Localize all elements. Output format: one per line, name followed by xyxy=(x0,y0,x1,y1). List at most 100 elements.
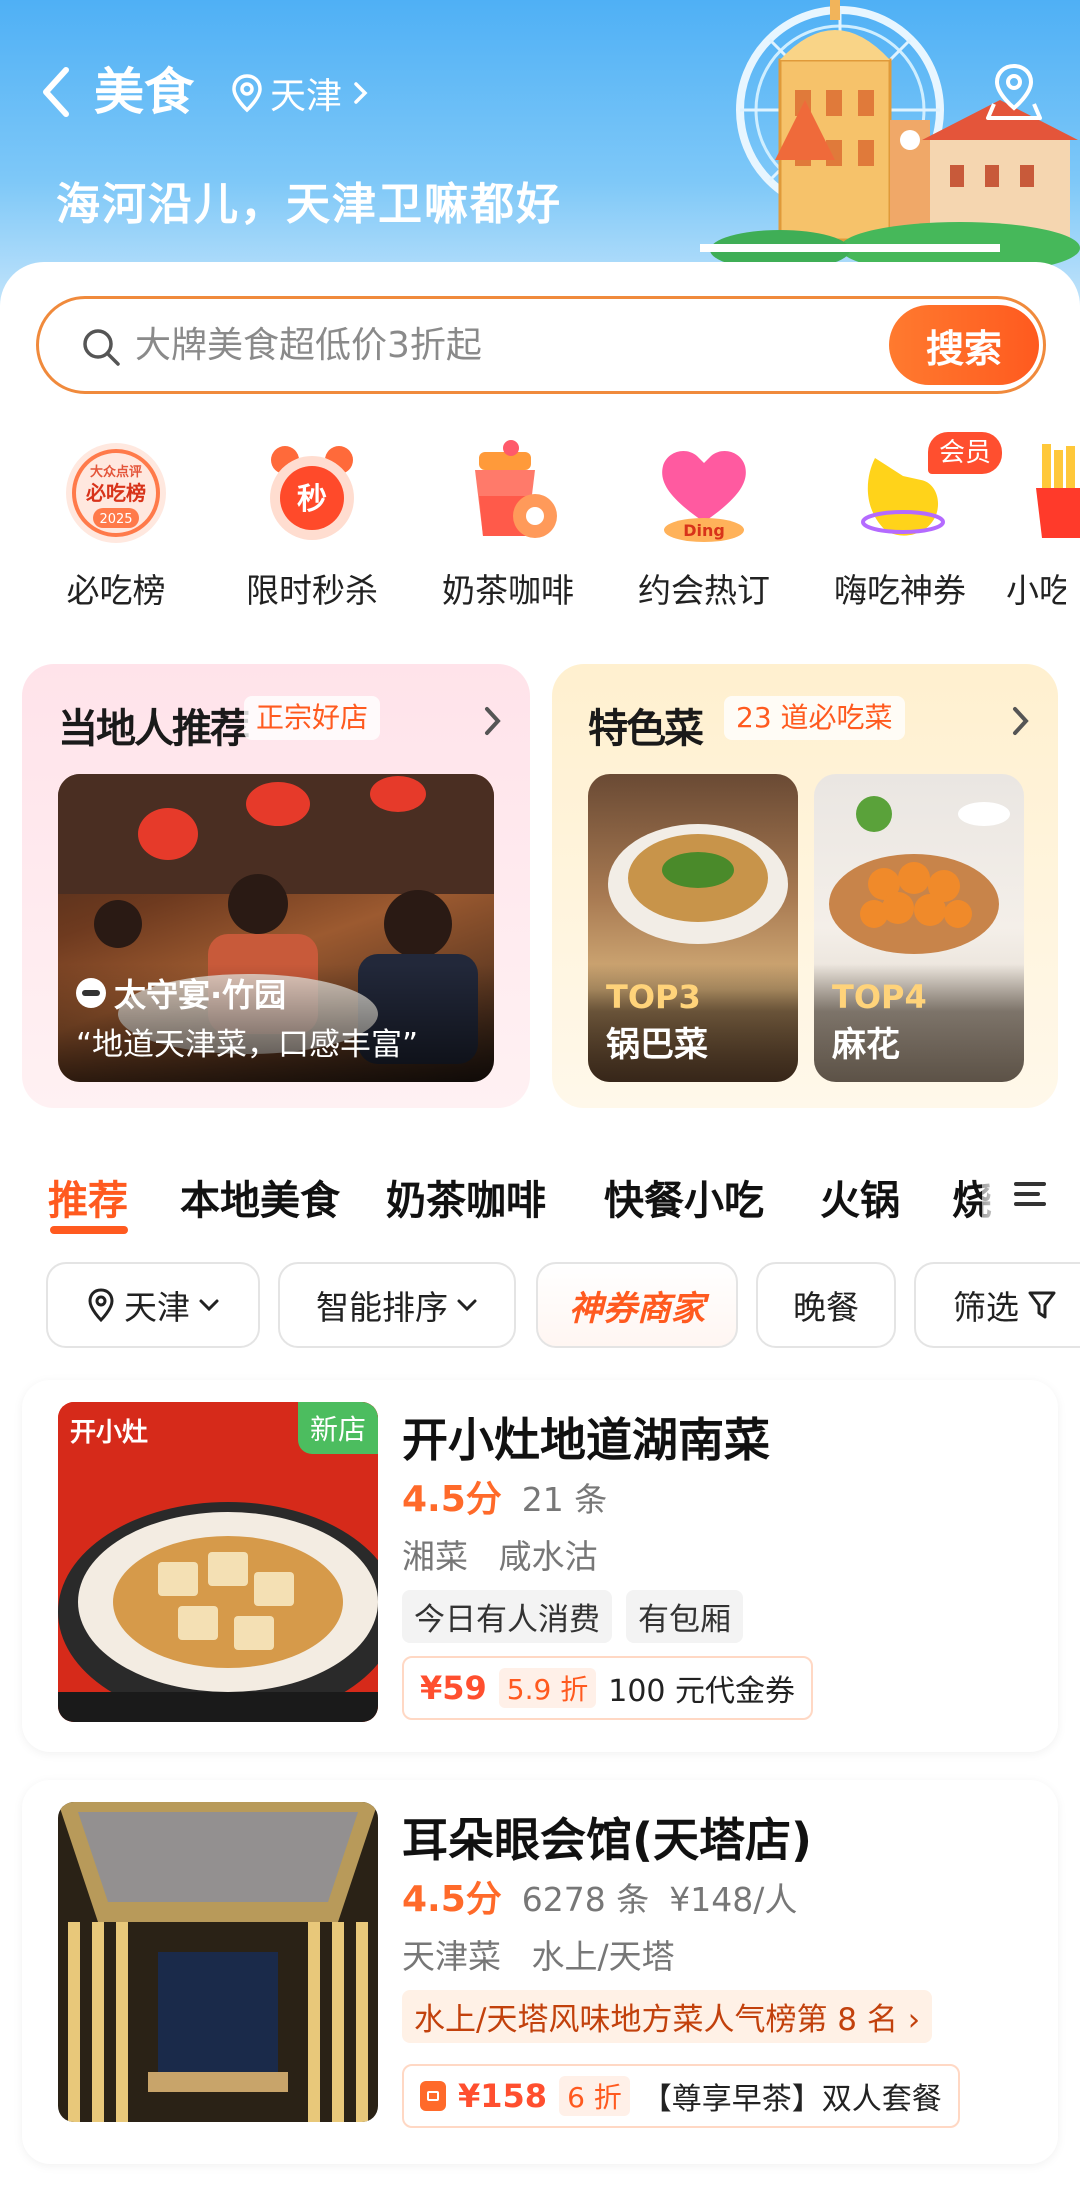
quick-category-label: 必吃榜 xyxy=(66,571,166,610)
quick-category-milk-tea[interactable]: 奶茶咖啡 xyxy=(418,438,598,628)
restaurant-meta: 4.5分 6278 条 ¥148/人 xyxy=(402,1870,797,1922)
svg-text:必吃榜: 必吃榜 xyxy=(85,481,146,505)
header-slogan: 海河沿儿，天津卫嘛都好 xyxy=(56,179,562,230)
quick-category-flash-sale[interactable]: 秒 限时秒杀 xyxy=(222,438,402,628)
restaurant-categories: 天津菜 水上/天塔 xyxy=(402,1930,695,1978)
signature-dish-tag: 23 道必吃菜 xyxy=(724,696,905,740)
dish-rank: TOP3 xyxy=(606,978,701,1016)
ranking-text: 水上/天塔风味地方菜人气榜第 8 名 xyxy=(414,2002,898,2038)
restaurant-photo: 太守宴·竹园 “地道天津菜，口感丰富” xyxy=(58,774,494,1082)
search-bar[interactable]: 搜索 xyxy=(36,296,1046,394)
deal-text: 【尊享早茶】双人套餐 xyxy=(641,2082,942,2117)
dish-rank: TOP4 xyxy=(832,978,927,1016)
quick-category-must-eat[interactable]: 大众点评 必吃榜 2025 必吃榜 xyxy=(26,438,206,628)
chevron-right-icon xyxy=(1013,707,1029,735)
quick-category-label: 限时秒杀 xyxy=(246,571,378,610)
chevron-right-icon xyxy=(485,707,501,735)
dish-name: 锅巴菜 xyxy=(606,1025,708,1065)
search-icon xyxy=(83,329,120,366)
quick-category-snack[interactable]: 小吃 xyxy=(1006,438,1080,628)
signature-dish-card[interactable]: 特色菜 23 道必吃菜 TOP3 锅巴菜 TOP4 麻花 xyxy=(552,664,1058,1108)
dish-name: 麻花 xyxy=(832,1025,900,1065)
restaurant-card[interactable]: 开小灶 新店 开小灶地道湖南菜 4.5分 21 条 湘菜 咸水沽 今日有人消费 … xyxy=(22,1380,1058,1752)
page-title: 美食 xyxy=(94,63,194,121)
chevron-down-icon xyxy=(199,1299,219,1312)
deal-price: ¥59 xyxy=(420,1669,487,1707)
venue-name: 太守宴·竹园 xyxy=(114,976,287,1014)
deal-discount: 5.9 折 xyxy=(498,1668,597,1708)
filter-sort-label: 智能排序 xyxy=(316,1288,448,1327)
average-price: ¥148/人 xyxy=(669,1880,798,1919)
member-badge: 会员 xyxy=(928,432,1002,474)
dish-item[interactable]: TOP3 锅巴菜 xyxy=(588,774,798,1082)
menu-icon[interactable] xyxy=(1012,1178,1048,1210)
restaurant-name: 耳朵眼会馆(天塔店) xyxy=(402,1813,813,1867)
restaurant-name: 开小灶地道湖南菜 xyxy=(402,1413,770,1467)
chevron-down-icon xyxy=(457,1299,477,1312)
restaurant-tags: 今日有人消费 有包厢 xyxy=(402,1590,743,1643)
ranking-link[interactable]: 水上/天塔风味地方菜人气榜第 8 名 › xyxy=(402,1990,933,2043)
group-deal-icon xyxy=(420,2081,446,2111)
rating-score: 4.5分 xyxy=(402,1879,502,1920)
search-button[interactable]: 搜索 xyxy=(889,305,1039,385)
venue-line: 太守宴·竹园 xyxy=(76,970,286,1016)
filter-dinner[interactable]: 晚餐 xyxy=(756,1262,896,1348)
filter-funnel-icon xyxy=(1028,1291,1056,1319)
tag: 今日有人消费 xyxy=(402,1590,612,1643)
filter-sort[interactable]: 智能排序 xyxy=(278,1262,516,1348)
restaurant-photo: 开小灶 新店 xyxy=(58,1402,378,1722)
milk-tea-icon xyxy=(453,438,563,548)
deal-voucher[interactable]: ¥158 6 折 【尊享早茶】双人套餐 xyxy=(402,2064,960,2128)
filter-city[interactable]: 天津 xyxy=(46,1262,260,1348)
filter-voucher-merchant[interactable]: 神券商家 xyxy=(536,1262,738,1348)
district: 水上/天塔 xyxy=(531,1937,675,1976)
signature-dish-title: 特色菜 xyxy=(588,706,704,752)
restaurant-card[interactable]: 耳朵眼会馆(天塔店) 4.5分 6278 条 ¥148/人 天津菜 水上/天塔 … xyxy=(22,1780,1058,2164)
svg-text:Ding: Ding xyxy=(683,521,725,540)
svg-text:大众点评: 大众点评 xyxy=(90,464,142,480)
venue-quote: “地道天津菜，口感丰富” xyxy=(76,1027,419,1063)
restaurant-photo xyxy=(58,1802,378,2122)
filter-more[interactable]: 筛选 xyxy=(914,1262,1080,1348)
city-name: 天津 xyxy=(270,76,343,117)
cuisine: 天津菜 xyxy=(402,1937,501,1976)
city-selector[interactable]: 天津 xyxy=(230,66,378,120)
filter-more-label: 筛选 xyxy=(953,1288,1019,1327)
active-tab-underline xyxy=(50,1226,128,1234)
deal-text: 100 元代金券 xyxy=(608,1674,796,1709)
quick-category-label: 嗨吃神券 xyxy=(834,571,966,610)
svg-text:秒: 秒 xyxy=(297,482,327,517)
restaurant-categories: 湘菜 咸水沽 xyxy=(402,1530,618,1578)
tab-milk-tea[interactable]: 奶茶咖啡 xyxy=(386,1168,546,1226)
filter-city-label: 天津 xyxy=(124,1288,190,1327)
dish-item[interactable]: TOP4 麻花 xyxy=(814,774,1024,1082)
tab-hotpot[interactable]: 火锅 xyxy=(820,1168,900,1226)
deal-voucher[interactable]: ¥59 5.9 折 100 元代金券 xyxy=(402,1656,814,1720)
chevron-right-icon: › xyxy=(907,2002,921,2038)
local-recommend-tag: 正宗好店 xyxy=(244,696,381,740)
tag: 有包厢 xyxy=(626,1590,743,1643)
deal-discount: 6 折 xyxy=(559,2076,630,2116)
tab-recommend[interactable]: 推荐 xyxy=(48,1168,128,1226)
map-location-icon[interactable] xyxy=(984,60,1044,124)
tianjin-eye-illustration xyxy=(700,0,1080,274)
review-count: 6278 条 xyxy=(521,1880,650,1919)
local-recommend-card[interactable]: 当地人推荐 正宗好店 太守宴·竹园 “地道天津菜，口感丰富” xyxy=(22,664,530,1108)
deal-price: ¥158 xyxy=(458,2077,548,2115)
search-input[interactable] xyxy=(135,313,815,377)
district: 咸水沽 xyxy=(498,1537,598,1576)
photo-brand-text: 开小灶 xyxy=(70,1418,149,1448)
fries-icon xyxy=(1006,438,1080,548)
back-chevron-icon[interactable] xyxy=(36,62,76,122)
chef-icon xyxy=(76,978,106,1008)
quick-category-date[interactable]: Ding 约会热订 xyxy=(614,438,794,628)
rating-score: 4.5分 xyxy=(402,1479,502,1520)
must-eat-list-icon: 大众点评 必吃榜 2025 xyxy=(61,438,171,548)
restaurant-meta: 4.5分 21 条 xyxy=(402,1470,607,1522)
tab-local-food[interactable]: 本地美食 xyxy=(180,1168,340,1226)
chevron-right-icon xyxy=(354,82,368,104)
heart-date-icon: Ding xyxy=(649,438,759,548)
review-count: 21 条 xyxy=(521,1480,608,1519)
location-pin-icon xyxy=(88,1288,114,1323)
tab-fast-food[interactable]: 快餐小吃 xyxy=(604,1168,764,1226)
